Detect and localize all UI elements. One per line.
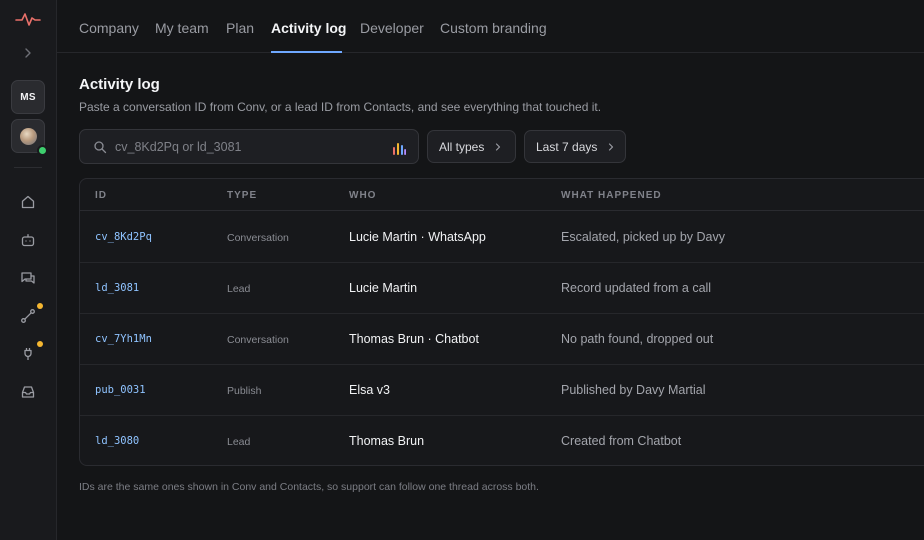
plug-icon (24, 348, 32, 360)
page-title: Activity log (79, 76, 160, 93)
bot-icon (21, 234, 35, 247)
table-row[interactable]: pub_0031 Publish Elsa v3 Published by Da… (80, 365, 924, 416)
row-type: Publish (227, 385, 262, 397)
user-photo (20, 128, 37, 145)
date-range-dropdown[interactable]: Last 7 days (524, 130, 626, 163)
table-row[interactable]: cv_8Kd2Pq Conversation Lucie Martin · Wh… (80, 212, 924, 263)
row-who: Thomas Brun · Chatbot (349, 332, 479, 346)
app: MS Company My team Plan Activity log Dev… (0, 0, 924, 540)
row-who: Elsa v3 (349, 383, 390, 397)
row-who: Lucie Martin · WhatsApp (349, 230, 486, 244)
settings-tabs: Company My team Plan Activity log Develo… (57, 0, 924, 53)
search-input[interactable] (115, 136, 385, 158)
row-id[interactable]: pub_0031 (95, 384, 146, 396)
active-tab-indicator (271, 51, 342, 53)
sidebar-item-conversations[interactable] (18, 268, 38, 288)
sidebar-item-bots[interactable] (18, 230, 38, 250)
row-what-happened: Created from Chatbot (561, 434, 682, 448)
table-row[interactable]: cv_7Yh1Mn Conversation Thomas Brun · Cha… (80, 314, 924, 365)
row-type: Conversation (227, 334, 289, 346)
row-what-happened: Record updated from a call (561, 281, 712, 295)
sidebar-divider (14, 167, 42, 168)
chevron-right-icon[interactable] (20, 45, 36, 61)
table-row[interactable]: ld_3081 Lead Lucie Martin Record updated… (80, 263, 924, 314)
chat-icon (21, 272, 35, 284)
tab-developer[interactable]: Developer (360, 20, 424, 36)
table-row[interactable]: ld_3080 Lead Thomas Brun Created from Ch… (80, 416, 924, 467)
tab-company[interactable]: Company (79, 20, 139, 36)
column-header-type[interactable]: TYPE (227, 190, 257, 201)
home-icon (21, 195, 35, 209)
row-id[interactable]: cv_8Kd2Pq (95, 231, 152, 243)
inbox-icon (21, 386, 35, 398)
workspace-avatar[interactable]: MS (11, 80, 45, 114)
row-what-happened: Escalated, picked up by Davy (561, 230, 725, 244)
search-icon (94, 141, 107, 154)
activity-table: ID TYPE WHO WHAT HAPPENED cv_8Kd2Pq Conv… (79, 178, 924, 466)
sidebar-item-integrations[interactable] (18, 341, 43, 364)
column-header-what-happened[interactable]: WHAT HAPPENED (561, 190, 662, 201)
row-type: Lead (227, 436, 251, 448)
tab-my-team[interactable]: My team (155, 20, 209, 36)
row-what-happened: Published by Davy Martial (561, 383, 706, 397)
user-avatar[interactable] (11, 119, 48, 156)
date-range-label: Last 7 days (536, 139, 598, 154)
tab-custom-branding[interactable]: Custom branding (440, 20, 547, 36)
row-who: Lucie Martin (349, 281, 418, 295)
row-id[interactable]: cv_7Yh1Mn (95, 333, 152, 345)
id-search-box[interactable] (79, 129, 419, 164)
row-id[interactable]: ld_3081 (95, 282, 139, 294)
sidebar-item-home[interactable] (18, 192, 38, 212)
chevron-right-icon (496, 142, 501, 151)
bar-chart-icon[interactable] (392, 141, 406, 155)
sidebar-item-flows[interactable] (18, 303, 43, 326)
chevron-right-icon (609, 142, 614, 151)
row-type: Lead (227, 283, 251, 295)
pulse-logo-icon[interactable] (15, 11, 41, 27)
table-header: ID TYPE WHO WHAT HAPPENED (80, 179, 924, 211)
flow-icon (21, 309, 35, 323)
sidebar: MS (0, 0, 57, 540)
page-subtitle: Paste a conversation ID from Conv, or a … (79, 100, 602, 114)
column-header-who[interactable]: WHO (349, 190, 376, 201)
row-who: Thomas Brun (349, 434, 425, 448)
tab-plan[interactable]: Plan (226, 20, 254, 36)
row-what-happened: No path found, dropped out (561, 332, 714, 346)
footnote: IDs are the same ones shown in Conv and … (79, 481, 539, 493)
online-status-indicator (37, 145, 48, 156)
workspace-initials: MS (20, 91, 36, 103)
sidebar-item-inbox[interactable] (18, 382, 38, 402)
type-filter-label: All types (439, 139, 485, 154)
column-header-id[interactable]: ID (95, 190, 107, 201)
row-type: Conversation (227, 232, 289, 244)
tab-activity-log[interactable]: Activity log (271, 20, 346, 36)
type-filter-dropdown[interactable]: All types (427, 130, 516, 163)
row-id[interactable]: ld_3080 (95, 435, 139, 447)
notification-dot (37, 341, 43, 347)
notification-dot (37, 303, 43, 309)
